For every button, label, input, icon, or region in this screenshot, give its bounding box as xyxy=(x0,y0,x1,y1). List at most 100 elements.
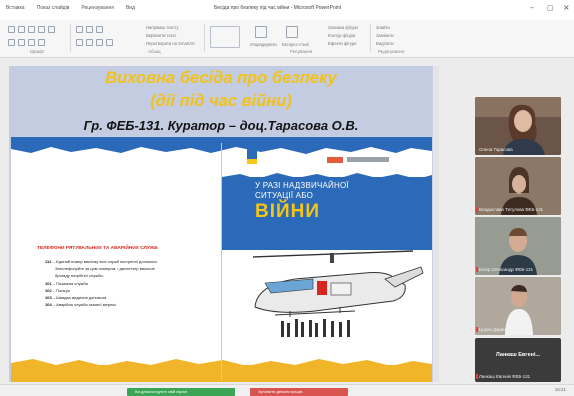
phone-row: бригаду потрібної служби. xyxy=(55,273,104,278)
phone-row: 103 – Швидка медична допомога xyxy=(45,295,106,300)
phone-number: 101 xyxy=(45,281,52,286)
minimize-icon[interactable]: – xyxy=(530,3,534,12)
align-text-button[interactable]: Вирівняти текст xyxy=(146,33,177,38)
phone-desc: – Поліція xyxy=(52,288,70,293)
font-size-icon[interactable] xyxy=(48,26,55,33)
numbering-icon[interactable] xyxy=(86,26,93,33)
muted-mic-icon xyxy=(476,327,478,332)
menu-bar: Вставка Показ слайдів Рецензування Вид xyxy=(6,5,135,11)
bullets-icon[interactable] xyxy=(76,26,83,33)
close-icon[interactable]: × xyxy=(563,3,570,12)
participant-tile[interactable]: Цорах Дарина ФЕБ-131 xyxy=(475,277,561,335)
banner-line1: У РАЗІ НАДЗВИЧАЙНОЇ xyxy=(255,181,349,190)
ribbon-group-label: Рисування xyxy=(290,49,313,54)
participant-name: Біляр Олександр ФЕБ-131 xyxy=(479,267,534,272)
phone-row: 101 – Пожежна служба xyxy=(45,281,88,286)
ribbon-group-label: Редагування xyxy=(378,49,405,54)
smartart-button[interactable]: Перетворити на SmartArt xyxy=(146,41,195,46)
phone-number: 103 xyxy=(45,295,52,300)
participant-name: Цорах Дарина ФЕБ-131 xyxy=(479,327,528,332)
participant-tile[interactable]: Олена Тарасова xyxy=(475,97,561,155)
menu-item-insert[interactable]: Вставка xyxy=(6,5,25,11)
sharing-indicator-button[interactable]: Ви демонструєте свій екран xyxy=(127,388,235,396)
participant-name: Владислава Титулова ФЕБ-131 xyxy=(479,207,544,212)
ministry-logo-icon xyxy=(247,149,257,159)
find-button[interactable]: Знайти xyxy=(376,25,390,30)
clear-format-icon[interactable] xyxy=(28,39,35,46)
phone-desc: бригаду потрібної служби. xyxy=(55,273,104,278)
align-right-icon[interactable] xyxy=(96,39,103,46)
replace-button[interactable]: Замінити xyxy=(376,33,394,38)
underline-icon[interactable] xyxy=(28,26,35,33)
menu-item-review[interactable]: Рецензування xyxy=(81,5,114,11)
banner-line2: СИТУАЦІЇ АБО xyxy=(255,191,314,200)
align-left-icon[interactable] xyxy=(76,39,83,46)
quick-styles-button[interactable]: Експрес-стилі xyxy=(282,42,309,47)
phone-number: 102 xyxy=(45,288,52,293)
ribbon-separator xyxy=(70,24,71,52)
muted-mic-icon xyxy=(476,267,478,272)
slide-title-line2: (дії під час війни) xyxy=(150,92,292,110)
window-title: Бесіда про безпеку під час війни - Micro… xyxy=(214,5,342,11)
text-direction-button[interactable]: Напрямок тексту xyxy=(146,25,179,30)
partner-logo-icon xyxy=(327,157,343,163)
shape-effects-button[interactable]: Ефекти фігури xyxy=(328,41,357,46)
phone-desc: – Аварійна служба газової мережі xyxy=(52,302,116,307)
phone-row: Зателефонуйте за цим номером, і диспетче… xyxy=(55,266,155,271)
ribbon-group-label: Шрифт xyxy=(30,49,45,54)
muted-mic-icon xyxy=(476,207,478,212)
ribbon-group-label: Абзац xyxy=(148,49,161,54)
partner-logo-text-icon xyxy=(347,157,389,162)
banner-word: ВІЙНИ xyxy=(255,201,321,222)
arrange-button[interactable]: Упорядкувати xyxy=(250,42,277,47)
menu-item-slideshow[interactable]: Показ слайдів xyxy=(37,5,70,11)
stop-sharing-button[interactable]: Зупинити демонстрацію xyxy=(250,388,348,396)
participant-tile[interactable]: Владислава Титулова ФЕБ-131 xyxy=(475,157,561,215)
italic-icon[interactable] xyxy=(18,26,25,33)
phone-row: 102 – Поліція xyxy=(45,288,70,293)
phones-heading: ТЕЛЕФОНИ РЯТУВАЛЬНИХ ТА АВАРІЙНИХ СЛУЖБ xyxy=(37,246,158,251)
slide-scrollbar[interactable] xyxy=(434,66,439,382)
phone-row: 104 – Аварійна служба газової мережі xyxy=(45,302,116,307)
justify-icon[interactable] xyxy=(106,39,113,46)
participant-name: Ланкаш Евгенія ФЕБ-131 xyxy=(479,374,531,379)
ribbon-separator xyxy=(370,24,371,52)
shapes-gallery-icon[interactable] xyxy=(210,26,240,48)
status-clock: 15:21 xyxy=(554,387,566,392)
ministry-logo-icon xyxy=(247,159,257,164)
helicopter-icon xyxy=(252,250,424,337)
phone-desc: – Пожежна служба xyxy=(52,281,88,286)
muted-mic-icon xyxy=(476,374,478,379)
title-bar: Вставка Показ слайдів Рецензування Вид Б… xyxy=(0,0,574,20)
participant-tile[interactable]: Ланкаш Евгені... Ланкаш Евгенія ФЕБ-131 xyxy=(475,338,561,382)
participant-tile[interactable]: Біляр Олександр ФЕБ-131 xyxy=(475,217,561,275)
char-spacing-icon[interactable] xyxy=(38,39,45,46)
strikethrough-icon[interactable] xyxy=(38,26,45,33)
participant-center-name: Ланкаш Евгені... xyxy=(495,352,541,358)
phone-number: 112 xyxy=(45,259,52,264)
select-button[interactable]: Виділити xyxy=(376,41,394,46)
font-color-icon[interactable] xyxy=(8,39,15,46)
leaflet-fold xyxy=(221,143,222,381)
bold-icon[interactable] xyxy=(8,26,15,33)
ribbon: Напрямок тексту Вирівняти текст Перетвор… xyxy=(0,20,574,58)
arrange-icon[interactable] xyxy=(255,26,267,38)
phone-row: 112 – Єдиний номер виклику всіх служб ек… xyxy=(45,259,158,264)
maximize-icon[interactable]: ▢ xyxy=(547,4,554,12)
highlight-icon[interactable] xyxy=(18,39,25,46)
menu-item-view[interactable]: Вид xyxy=(126,5,135,11)
indent-icon[interactable] xyxy=(96,26,103,33)
shape-outline-button[interactable]: Контур фігури xyxy=(328,33,355,38)
ribbon-separator xyxy=(204,24,205,52)
stop-sharing-label: Зупинити демонстрацію xyxy=(258,389,303,394)
slide-canvas[interactable]: Виховна бесіда про безпеку (дії під час … xyxy=(9,66,433,382)
phone-desc: – Швидка медична допомога xyxy=(52,295,107,300)
phone-desc: Зателефонуйте за цим номером, і диспетче… xyxy=(55,266,155,271)
phone-number: 104 xyxy=(45,302,52,307)
slide-title: Виховна бесіда про безпеку xyxy=(105,69,337,87)
slide-subtitle: Гр. ФЕБ-131. Куратор – доц.Тарасова О.В. xyxy=(83,118,359,133)
quick-styles-icon[interactable] xyxy=(286,26,298,38)
phone-desc: – Єдиний номер виклику всіх служб екстре… xyxy=(52,259,158,264)
shape-fill-button[interactable]: Заливка фігури xyxy=(328,25,358,30)
align-center-icon[interactable] xyxy=(86,39,93,46)
